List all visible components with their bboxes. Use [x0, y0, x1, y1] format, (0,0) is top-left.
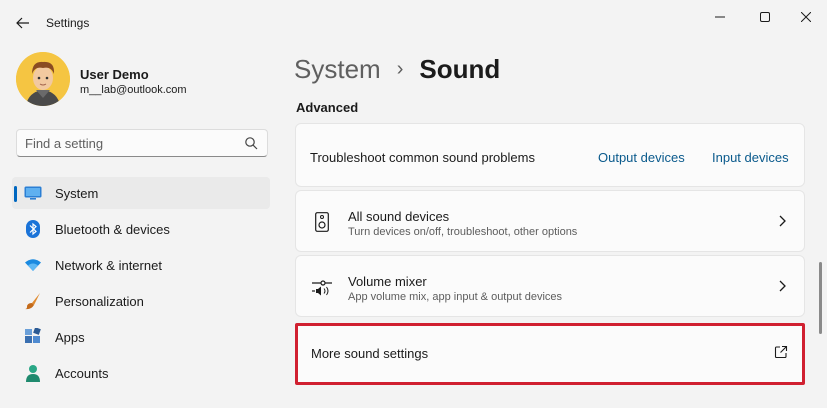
user-name: User Demo	[80, 67, 149, 82]
sidebar-item-label: Apps	[55, 330, 85, 345]
output-devices-link[interactable]: Output devices	[598, 150, 685, 165]
page-title: Sound	[419, 54, 501, 84]
chevron-right-icon	[779, 280, 786, 292]
minimize-button[interactable]	[700, 4, 740, 30]
sidebar-item-label: Personalization	[55, 294, 144, 309]
chevron-right-icon	[779, 215, 786, 227]
mixer-icon	[312, 276, 332, 298]
bluetooth-icon	[24, 220, 42, 238]
more-sound-settings-row[interactable]: More sound settings	[295, 323, 805, 385]
active-indicator	[14, 186, 17, 202]
row-subtitle: App volume mix, app input & output devic…	[348, 291, 563, 303]
title-bar: Settings	[0, 0, 827, 44]
maximize-button[interactable]	[745, 4, 785, 30]
sidebar-item-personalization[interactable]: Personalization	[12, 285, 270, 317]
wifi-icon	[24, 256, 42, 274]
minimize-icon	[715, 16, 725, 18]
search-input[interactable]	[17, 130, 237, 156]
avatar-icon	[16, 52, 70, 106]
sidebar-item-apps[interactable]: Apps	[12, 321, 270, 353]
breadcrumb-separator: ›	[396, 58, 404, 80]
more-sound-settings-label: More sound settings	[311, 346, 429, 361]
brush-icon	[24, 292, 42, 310]
apps-icon	[24, 328, 42, 346]
sidebar-item-label: Bluetooth & devices	[55, 222, 170, 237]
volume-mixer-row[interactable]: Volume mixer App volume mix, app input &…	[295, 255, 805, 317]
all-sound-devices-row[interactable]: All sound devices Turn devices on/off, t…	[295, 190, 805, 252]
sidebar-item-accounts[interactable]: Accounts	[12, 357, 270, 389]
sidebar-item-system[interactable]: System	[12, 177, 270, 209]
person-icon	[24, 364, 42, 382]
sidebar-item-label: Network & internet	[55, 258, 162, 273]
user-email: m__lab@outlook.com	[80, 84, 187, 96]
back-arrow-icon	[16, 17, 29, 29]
sidebar-item-bluetooth[interactable]: Bluetooth & devices	[12, 213, 270, 245]
row-title: All sound devices	[348, 209, 450, 224]
sidebar-nav: System Bluetooth & devices Network & int…	[12, 177, 270, 393]
search-box[interactable]	[16, 129, 268, 157]
row-subtitle: Turn devices on/off, troubleshoot, other…	[348, 226, 578, 238]
app-title: Settings	[46, 16, 90, 30]
row-title: Volume mixer	[348, 274, 427, 289]
troubleshoot-label: Troubleshoot common sound problems	[310, 150, 535, 165]
close-button[interactable]	[786, 4, 826, 30]
breadcrumb: System › Sound	[294, 54, 500, 85]
sidebar-item-label: Accounts	[55, 366, 109, 381]
monitor-icon	[24, 184, 42, 202]
breadcrumb-parent[interactable]: System	[294, 54, 381, 85]
speaker-icon	[312, 211, 332, 233]
section-title: Advanced	[296, 100, 359, 115]
external-link-icon	[774, 345, 788, 359]
close-icon	[801, 12, 811, 22]
maximize-icon	[760, 12, 770, 22]
sidebar-item-network[interactable]: Network & internet	[12, 249, 270, 281]
search-icon	[245, 137, 258, 150]
sidebar-item-label: System	[55, 186, 99, 201]
avatar[interactable]	[16, 52, 70, 106]
troubleshoot-card: Troubleshoot common sound problems Outpu…	[295, 123, 805, 187]
back-button[interactable]	[10, 10, 36, 36]
input-devices-link[interactable]: Input devices	[712, 150, 789, 165]
scrollbar-thumb[interactable]	[819, 262, 822, 334]
